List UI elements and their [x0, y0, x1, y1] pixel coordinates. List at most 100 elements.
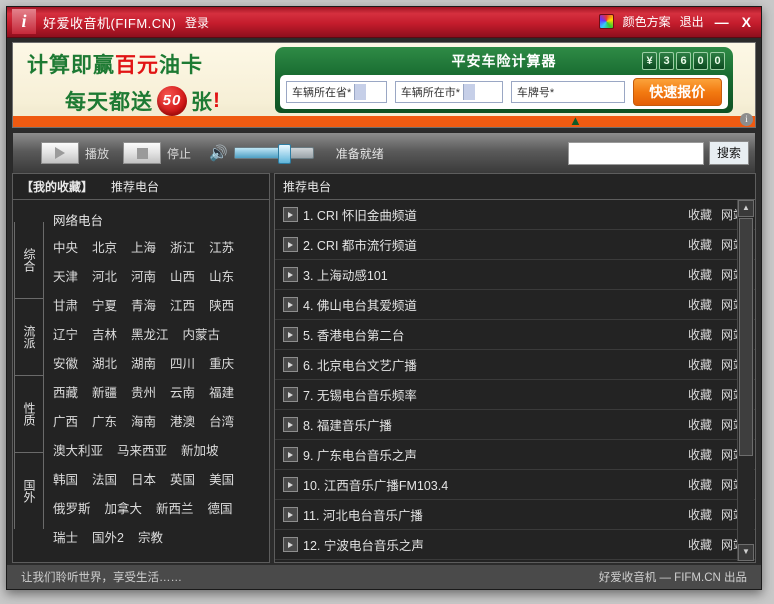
station-row[interactable]: 7. 无锡电台音乐频率 收藏 网站 — [275, 380, 755, 410]
station-row[interactable]: 4. 佛山电台其爱频道 收藏 网站 — [275, 290, 755, 320]
category-tab-genre[interactable]: 流派 — [14, 298, 44, 375]
region-link[interactable]: 甘肃 — [53, 295, 78, 314]
play-icon[interactable] — [283, 537, 298, 552]
category-tab-foreign[interactable]: 国外 — [14, 452, 44, 529]
play-icon[interactable] — [283, 447, 298, 462]
region-link[interactable]: 广西 — [53, 411, 78, 430]
region-link[interactable]: 新加坡 — [181, 440, 219, 459]
minimize-button[interactable]: — — [713, 14, 731, 30]
station-row[interactable]: 3. 上海动感101 收藏 网站 — [275, 260, 755, 290]
region-link[interactable]: 瑞士 — [53, 527, 78, 546]
play-icon[interactable] — [283, 297, 298, 312]
province-select[interactable]: 车辆所在省* — [286, 81, 387, 103]
play-icon[interactable] — [283, 327, 298, 342]
stop-button[interactable] — [123, 142, 162, 164]
scroll-down-button[interactable]: ▼ — [738, 544, 754, 561]
play-icon[interactable] — [283, 387, 298, 402]
favorite-link[interactable]: 收藏 — [688, 266, 712, 283]
favorite-link[interactable]: 收藏 — [688, 326, 712, 343]
region-link[interactable]: 江苏 — [209, 237, 234, 256]
volume-slider[interactable] — [233, 144, 314, 164]
color-scheme-icon[interactable] — [598, 14, 614, 29]
region-link[interactable]: 内蒙古 — [183, 324, 221, 343]
category-tab-type[interactable]: 性质 — [14, 375, 44, 452]
region-link[interactable]: 贵州 — [131, 382, 156, 401]
region-link[interactable]: 山东 — [209, 266, 234, 285]
region-link[interactable]: 安徽 — [53, 353, 78, 372]
region-link[interactable]: 湖北 — [92, 353, 117, 372]
region-link[interactable]: 河南 — [131, 266, 156, 285]
station-row[interactable]: 5. 香港电台第二台 收藏 网站 — [275, 320, 755, 350]
info-icon[interactable]: i — [740, 113, 753, 126]
chevron-down-icon[interactable] — [354, 84, 367, 100]
region-link[interactable]: 吉林 — [92, 324, 117, 343]
region-link[interactable]: 俄罗斯 — [53, 498, 91, 517]
search-input[interactable] — [568, 141, 704, 165]
region-link[interactable]: 韩国 — [53, 469, 78, 488]
play-icon[interactable] — [283, 417, 298, 432]
favorite-link[interactable]: 收藏 — [688, 236, 712, 253]
play-icon[interactable] — [283, 237, 298, 252]
region-link[interactable]: 海南 — [131, 411, 156, 430]
city-select[interactable]: 车辆所在市* — [394, 81, 503, 103]
favorite-link[interactable]: 收藏 — [688, 446, 712, 463]
region-link[interactable]: 澳大利亚 — [53, 440, 103, 459]
region-link[interactable]: 英国 — [170, 469, 195, 488]
play-button[interactable] — [41, 142, 79, 164]
play-icon[interactable] — [283, 267, 298, 282]
favorite-link[interactable]: 收藏 — [688, 296, 712, 313]
favorite-link[interactable]: 收藏 — [688, 386, 712, 403]
scrollbar[interactable]: ▲ ▼ — [737, 200, 754, 561]
favorite-link[interactable]: 收藏 — [688, 506, 712, 523]
region-link[interactable]: 四川 — [170, 353, 195, 372]
region-link[interactable]: 宗教 — [138, 527, 163, 546]
station-row[interactable]: 9. 广东电台音乐之声 收藏 网站 — [275, 440, 755, 470]
color-scheme-button[interactable]: 颜色方案 — [623, 13, 671, 30]
favorite-link[interactable]: 收藏 — [688, 206, 712, 223]
login-link[interactable]: 登录 — [185, 14, 209, 31]
close-button[interactable]: X — [740, 14, 753, 30]
region-link[interactable]: 河北 — [92, 266, 117, 285]
plate-number-input[interactable]: 车牌号* — [510, 81, 625, 103]
station-row[interactable]: 6. 北京电台文艺广播 收藏 网站 — [275, 350, 755, 380]
favorite-link[interactable]: 收藏 — [688, 476, 712, 493]
region-link[interactable]: 新西兰 — [156, 498, 194, 517]
region-link[interactable]: 北京 — [92, 237, 117, 256]
advertisement-banner[interactable]: 计算即赢百元油卡 每天都送 50 张! 平安车险计算器 ¥ 3 6 0 0 车辆… — [12, 42, 756, 128]
region-link[interactable]: 云南 — [170, 382, 195, 401]
station-row[interactable]: 10. 江西音乐广播FM103.4 收藏 网站 — [275, 470, 755, 500]
chevron-up-icon[interactable]: ▲ — [569, 113, 582, 127]
region-link[interactable]: 浙江 — [170, 237, 195, 256]
scrollbar-thumb[interactable] — [739, 218, 753, 456]
region-link[interactable]: 黑龙江 — [131, 324, 169, 343]
speaker-icon[interactable]: 🔊 — [209, 144, 228, 162]
region-link[interactable]: 山西 — [170, 266, 195, 285]
region-link[interactable]: 中央 — [53, 237, 78, 256]
region-link[interactable]: 马来西亚 — [117, 440, 167, 459]
play-icon[interactable] — [283, 507, 298, 522]
station-row[interactable]: 8. 福建音乐广播 收藏 网站 — [275, 410, 755, 440]
region-link[interactable]: 新疆 — [92, 382, 117, 401]
play-icon[interactable] — [283, 357, 298, 372]
region-link[interactable]: 上海 — [131, 237, 156, 256]
favorite-link[interactable]: 收藏 — [688, 356, 712, 373]
search-button[interactable]: 搜索 — [709, 141, 749, 165]
tab-my-favorites[interactable]: 【我的收藏】 — [21, 178, 93, 195]
region-link[interactable]: 美国 — [209, 469, 234, 488]
region-link[interactable]: 日本 — [131, 469, 156, 488]
play-icon[interactable] — [283, 477, 298, 492]
region-link[interactable]: 湖南 — [131, 353, 156, 372]
region-link[interactable]: 广东 — [92, 411, 117, 430]
favorite-link[interactable]: 收藏 — [688, 416, 712, 433]
region-link[interactable]: 福建 — [209, 382, 234, 401]
region-link[interactable]: 台湾 — [209, 411, 234, 430]
region-link[interactable]: 国外2 — [92, 527, 124, 546]
region-link[interactable]: 辽宁 — [53, 324, 78, 343]
region-link[interactable]: 陕西 — [209, 295, 234, 314]
play-icon[interactable] — [283, 207, 298, 222]
scroll-up-button[interactable]: ▲ — [738, 200, 754, 217]
region-link[interactable]: 港澳 — [170, 411, 195, 430]
region-link[interactable]: 江西 — [170, 295, 195, 314]
station-row[interactable]: 11. 河北电台音乐广播 收藏 网站 — [275, 500, 755, 530]
region-link[interactable]: 天津 — [53, 266, 78, 285]
